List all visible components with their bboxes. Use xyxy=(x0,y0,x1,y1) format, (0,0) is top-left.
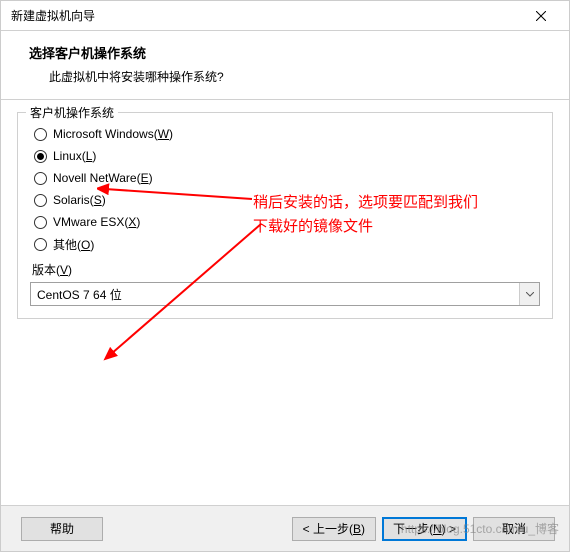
radio-icon xyxy=(34,238,47,251)
radio-label: Novell NetWare(E) xyxy=(53,171,153,185)
close-icon xyxy=(536,11,546,21)
os-radio-4[interactable]: VMware ESX(X) xyxy=(30,211,540,233)
back-button[interactable]: < 上一步(B) xyxy=(292,517,376,541)
os-radio-2[interactable]: Novell NetWare(E) xyxy=(30,167,540,189)
page-subtitle: 此虚拟机中将安装哪种操作系统? xyxy=(29,68,553,85)
version-selected: CentOS 7 64 位 xyxy=(37,286,122,303)
window-title: 新建虚拟机向导 xyxy=(11,7,95,24)
os-radio-list: Microsoft Windows(W) Linux(L) Novell NetWa… xyxy=(30,123,540,255)
radio-icon xyxy=(34,216,47,229)
footer: 帮助 < 上一步(B) 下一步(N) > 取消 xyxy=(1,505,569,551)
next-button[interactable]: 下一步(N) > xyxy=(382,517,467,541)
os-group-legend: 客户机操作系统 xyxy=(26,104,118,121)
cancel-button[interactable]: 取消 xyxy=(473,517,555,541)
radio-label: 其他(O) xyxy=(53,236,94,253)
os-radio-5[interactable]: 其他(O) xyxy=(30,233,540,255)
radio-icon xyxy=(34,128,47,141)
os-radio-0[interactable]: Microsoft Windows(W) xyxy=(30,123,540,145)
radio-icon xyxy=(34,194,47,207)
titlebar: 新建虚拟机向导 xyxy=(1,1,569,31)
close-button[interactable] xyxy=(521,2,561,30)
version-label: 版本(V) xyxy=(32,261,540,278)
os-radio-3[interactable]: Solaris(S) xyxy=(30,189,540,211)
radio-label: VMware ESX(X) xyxy=(53,215,140,229)
radio-icon xyxy=(34,172,47,185)
page-title: 选择客户机操作系统 xyxy=(29,43,553,62)
help-button[interactable]: 帮助 xyxy=(21,517,103,541)
version-select[interactable]: CentOS 7 64 位 xyxy=(30,282,540,306)
os-groupbox: 客户机操作系统 Microsoft Windows(W)Linux(L)Nove… xyxy=(17,112,553,319)
os-radio-1[interactable]: Linux(L) xyxy=(30,145,540,167)
content-area: 客户机操作系统 Microsoft Windows(W) Linux(L) Nove… xyxy=(1,100,569,319)
radio-label: Solaris(S) xyxy=(53,193,106,207)
header-panel: 选择客户机操作系统 此虚拟机中将安装哪种操作系统? xyxy=(1,31,569,100)
radio-label: Microsoft Windows(W) xyxy=(53,127,173,141)
radio-label: Linux(L) xyxy=(53,149,96,163)
radio-icon xyxy=(34,150,47,163)
